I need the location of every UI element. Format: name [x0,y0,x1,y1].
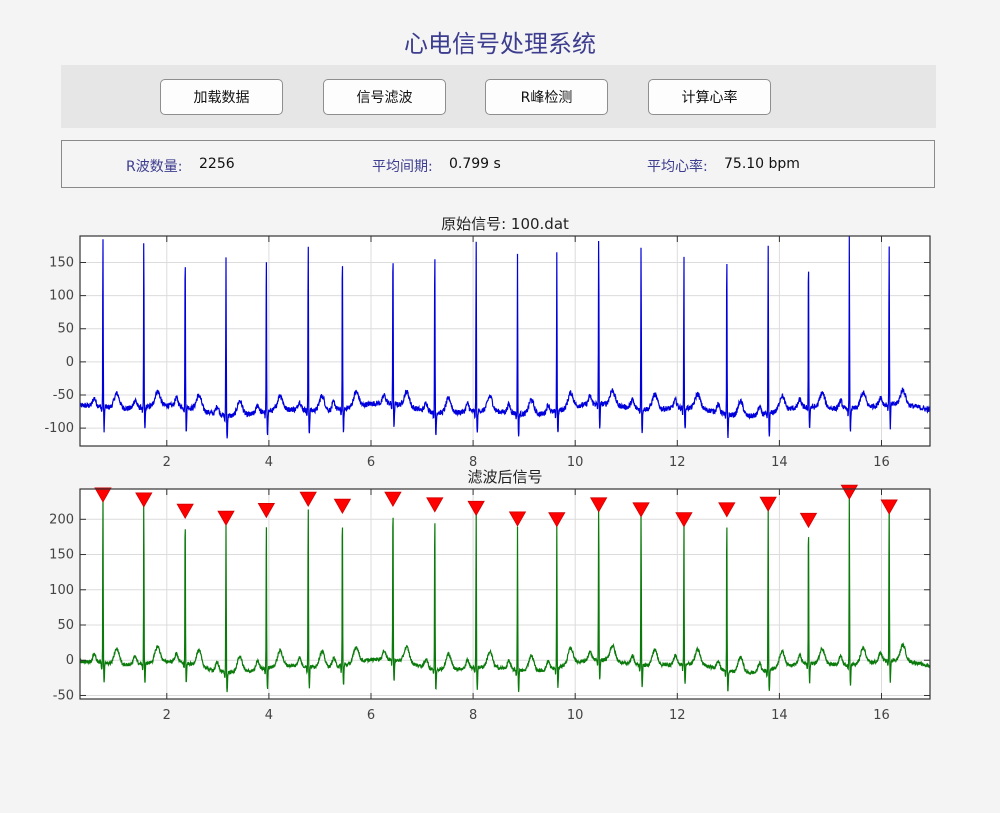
x-tick-label: 10 [567,455,584,470]
y-tick-label: 0 [66,653,74,668]
y-tick-label: 100 [49,583,74,598]
y-tick-label: 50 [57,322,74,337]
chart-title: 滤波后信号 [467,468,542,486]
x-tick-label: 16 [873,455,890,470]
x-tick-label: 2 [163,455,171,470]
x-tick-label: 2 [163,708,171,723]
x-tick-label: 12 [669,708,686,723]
x-tick-label: 12 [669,455,686,470]
y-tick-label: 100 [49,289,74,304]
x-tick-label: 10 [567,708,584,723]
ecg-plots: 2 4 6 8 10 12 14 16150100500-50-100原始信号: 100.da… [44,215,931,723]
y-tick-label: 50 [57,618,74,633]
y-tick-label: 200 [49,512,74,527]
x-tick-label: 6 [367,708,375,723]
x-tick-label: 14 [771,455,788,470]
y-tick-label: -100 [44,421,74,436]
x-tick-label: 4 [265,455,273,470]
x-tick-label: 14 [771,708,788,723]
x-tick-label: 4 [265,708,273,723]
x-tick-label: 8 [469,708,477,723]
y-tick-label: 150 [49,255,74,270]
chart-2: 2 4 6 8 10 12 14 16 200 150 100 50 0 -50 滤波后信号 [49,468,931,723]
chart-1: 2 4 6 8 10 12 14 16150100500-50-100原始信号: 100.da… [44,215,931,470]
y-tick-label: 0 [66,355,74,370]
x-tick-label: 16 [873,708,890,723]
y-tick-label: 150 [49,548,74,563]
y-tick-label: -50 [53,388,74,403]
chart-title: 原始信号: 100.dat [441,215,569,233]
x-tick-label: 6 [367,455,375,470]
y-tick-label: -50 [53,688,74,703]
